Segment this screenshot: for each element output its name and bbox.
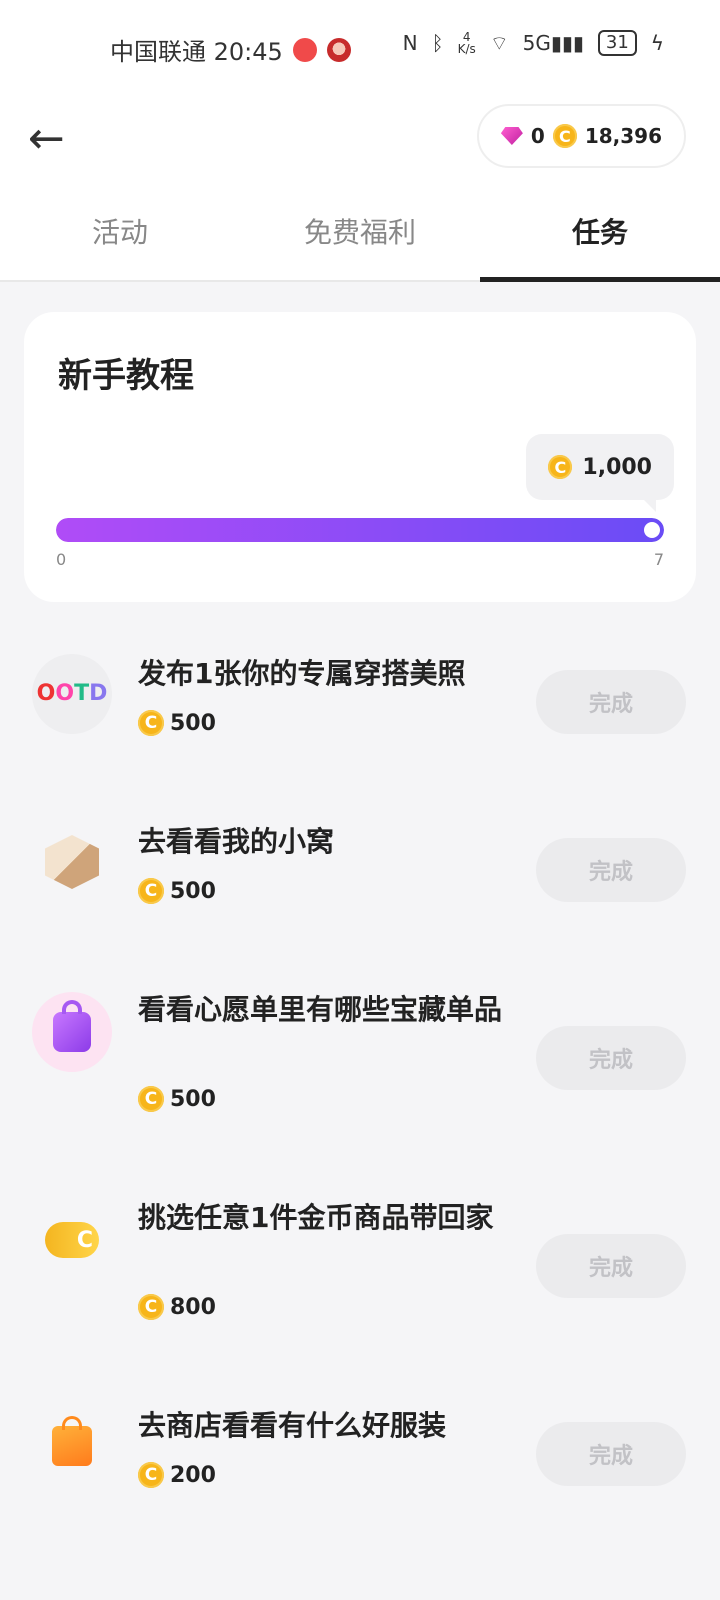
charging-icon: ϟ — [650, 31, 664, 55]
task-reward-value: 500 — [170, 878, 216, 904]
bluetooth-icon: ᛒ — [431, 31, 444, 55]
coin-icon: C — [138, 1294, 164, 1320]
task-title: 挑选任意1件金币商品带回家 — [138, 1201, 494, 1234]
balance-pill[interactable]: 0 C 18,396 — [476, 104, 686, 168]
task-reward: C 500 — [138, 1086, 216, 1112]
nfc-icon: N — [402, 31, 418, 55]
shop-bag-shape — [52, 1416, 92, 1466]
task-reward: C 500 — [138, 878, 216, 904]
back-arrow-icon[interactable]: ← — [28, 114, 84, 164]
network-type: 5G — [522, 31, 551, 55]
tutorial-title: 新手教程 — [58, 356, 194, 396]
coins-icon: C — [32, 1200, 112, 1280]
task-reward-value: 200 — [170, 1462, 216, 1488]
tutorial-reward-bubble: C 1,000 — [526, 434, 674, 512]
task-reward: C 800 — [138, 1294, 216, 1320]
wifi-icon: ⌔ — [489, 30, 509, 55]
ootd-icon: OOTD — [32, 654, 112, 734]
tutorial-progress-bar — [56, 518, 664, 542]
tab-bar: 活动 免费福利 任务 — [0, 186, 720, 282]
coin-icon: C — [138, 1462, 164, 1488]
task-reward: C 200 — [138, 1462, 216, 1488]
header: ← 0 C 18,396 — [0, 96, 720, 186]
carrier-time: 中国联通 20:45 — [110, 38, 283, 66]
coin-count: 18,396 — [584, 124, 662, 148]
complete-button[interactable]: 完成 — [536, 1422, 686, 1486]
coins-shape: C — [45, 1222, 99, 1258]
complete-button[interactable]: 完成 — [536, 670, 686, 734]
complete-button[interactable]: 完成 — [536, 838, 686, 902]
tutorial-card: 新手教程 C 1,000 0 7 — [24, 312, 696, 602]
net-speed: 4 K/s — [458, 31, 476, 55]
tutorial-progress-fill — [56, 518, 664, 542]
coin-icon: C — [138, 878, 164, 904]
battery-icon: 31 — [597, 30, 637, 56]
coin-icon: C — [138, 710, 164, 736]
complete-button[interactable]: 完成 — [536, 1026, 686, 1090]
status-right: N ᛒ 4 K/s ⌔ 5G▮▮▮ 31 ϟ — [403, 30, 664, 56]
room-icon — [32, 822, 112, 902]
net-speed-unit: K/s — [457, 42, 476, 56]
complete-button[interactable]: 完成 — [536, 1234, 686, 1298]
task-title: 去商店看看有什么好服装 — [138, 1409, 447, 1442]
diamond-icon — [500, 127, 523, 145]
gem-count: 0 — [530, 124, 545, 148]
tab-tasks[interactable]: 任务 — [480, 186, 720, 282]
task-reward-value: 500 — [170, 1086, 216, 1112]
progress-knob — [644, 522, 660, 538]
task-reward-value: 800 — [170, 1294, 216, 1320]
task-reward-value: 500 — [170, 710, 216, 736]
notification-app-icon — [292, 37, 317, 62]
signal-icon: 5G▮▮▮ — [522, 31, 584, 55]
bag-shape — [53, 1000, 91, 1052]
status-left: 中国联通 20:45 — [110, 32, 351, 67]
progress-min-label: 0 — [56, 550, 67, 569]
coin-icon: C — [548, 455, 573, 479]
task-title: 去看看我的小窝 — [138, 825, 335, 858]
task-title: 发布1张你的专属穿搭美照 — [138, 657, 466, 690]
coin-icon: C — [552, 124, 577, 148]
task-reward: C 500 — [138, 710, 216, 736]
task-title: 看看心愿单里有哪些宝藏单品 — [138, 993, 503, 1026]
coin-icon: C — [138, 1086, 164, 1112]
tab-free-benefits[interactable]: 免费福利 — [240, 186, 480, 280]
status-bar: 中国联通 20:45 N ᛒ 4 K/s ⌔ 5G▮▮▮ 31 ϟ — [0, 0, 720, 96]
room-shape — [45, 835, 99, 889]
notification-avatar-icon — [326, 37, 351, 62]
tutorial-reward-value: 1,000 — [582, 454, 652, 480]
shopping-bag-icon — [32, 1406, 112, 1486]
wishlist-bag-icon — [32, 992, 112, 1072]
tab-activity[interactable]: 活动 — [0, 186, 240, 280]
progress-max-label: 7 — [653, 550, 664, 569]
